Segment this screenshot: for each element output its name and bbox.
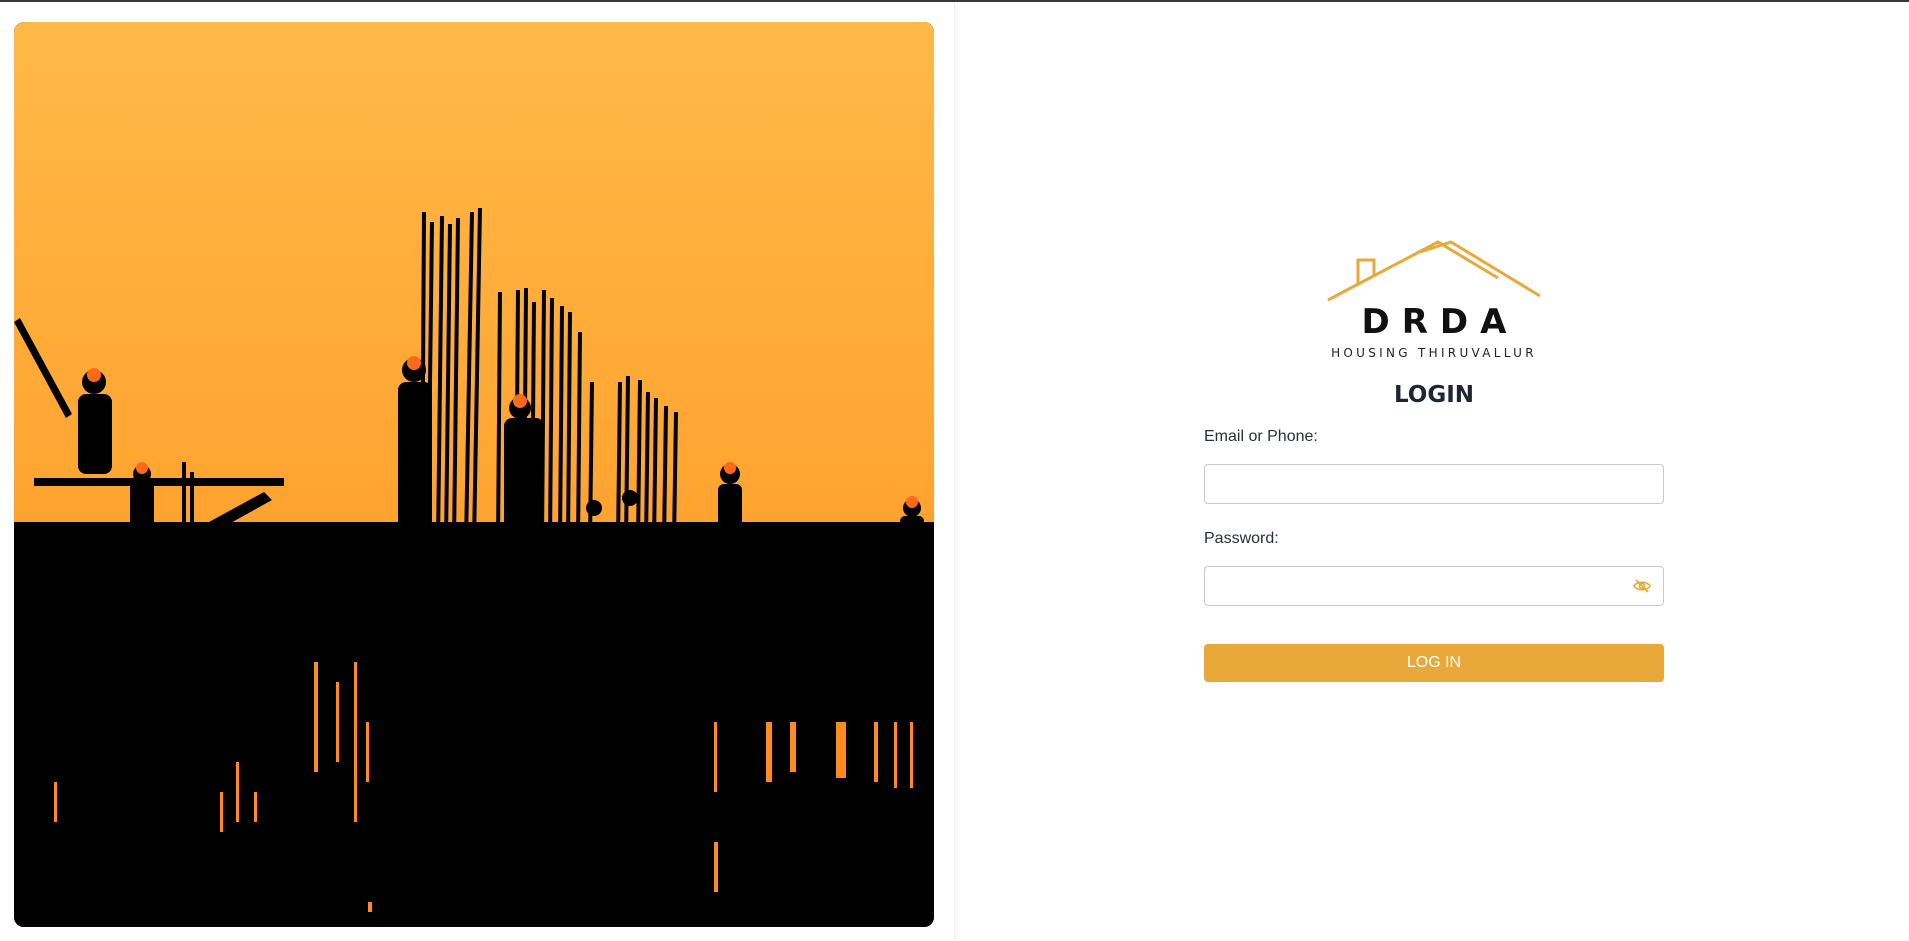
brand-name: DRDA — [1361, 302, 1519, 342]
eye-slash-icon[interactable] — [1632, 576, 1652, 596]
email-field[interactable] — [1204, 464, 1664, 504]
construction-silhouette-illustration — [14, 22, 934, 927]
login-form: DRDA HOUSING THIRUVALLUR LOGIN Email or … — [1204, 238, 1664, 682]
email-label: Email or Phone: — [1204, 428, 1318, 445]
brand-tagline: HOUSING THIRUVALLUR — [1331, 346, 1537, 360]
email-field-wrapper — [1204, 464, 1664, 504]
password-field[interactable] — [1204, 566, 1664, 606]
login-button[interactable]: LOG IN — [1204, 644, 1664, 682]
page-title: LOGIN — [1393, 382, 1475, 408]
password-field-wrapper — [1204, 566, 1664, 606]
house-roof-icon — [1327, 240, 1541, 302]
login-panel: DRDA HOUSING THIRUVALLUR LOGIN Email or … — [955, 2, 1909, 941]
hero-image — [14, 22, 934, 927]
brand-logo: DRDA HOUSING THIRUVALLUR — [1324, 238, 1544, 360]
hero-panel — [0, 2, 955, 941]
password-label: Password: — [1204, 530, 1279, 547]
